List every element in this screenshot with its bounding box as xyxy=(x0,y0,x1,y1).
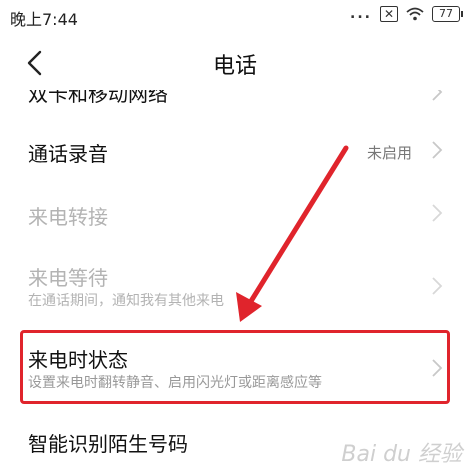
status-icons: ... ✕ 77 xyxy=(350,6,463,22)
more-dots-icon: ... xyxy=(350,6,372,22)
list-item-dual-sim[interactable]: 双卡和移动网络 xyxy=(0,90,470,106)
no-sim-icon: ✕ xyxy=(380,6,398,22)
status-time: 晚上7:44 xyxy=(10,10,78,29)
list-item-label: 通话录音 xyxy=(28,142,108,166)
list-item-call-recording[interactable]: 通话录音 未启用 xyxy=(0,120,470,180)
page-title: 电话 xyxy=(212,54,257,79)
chevron-right-icon xyxy=(432,277,443,295)
status-value: 未启用 xyxy=(366,144,412,162)
status-bar: 晚上7:44 ... ✕ 77 xyxy=(0,0,470,32)
chevron-right-icon xyxy=(432,90,443,101)
chevron-right-icon xyxy=(432,141,443,159)
battery-icon: 77 xyxy=(432,6,463,22)
highlight-box xyxy=(20,330,450,404)
list-item-description: 在通话期间，通知我有其他来电 xyxy=(28,293,224,309)
list-item-label: 双卡和移动网络 xyxy=(28,90,168,106)
watermark: Bai du 经验 xyxy=(341,442,462,467)
list-item-label: 来电等待 xyxy=(28,266,108,290)
top-nav-bar: 电话 xyxy=(0,36,470,90)
wifi-icon xyxy=(406,7,424,21)
list-item-label: 智能识别陌生号码 xyxy=(28,432,188,456)
list-item-call-waiting[interactable]: 来电等待 在通话期间，通知我有其他来电 xyxy=(0,252,470,322)
list-item-call-forwarding[interactable]: 来电转接 xyxy=(0,185,470,245)
list-item-label: 来电转接 xyxy=(28,205,108,229)
chevron-right-icon xyxy=(432,204,443,222)
